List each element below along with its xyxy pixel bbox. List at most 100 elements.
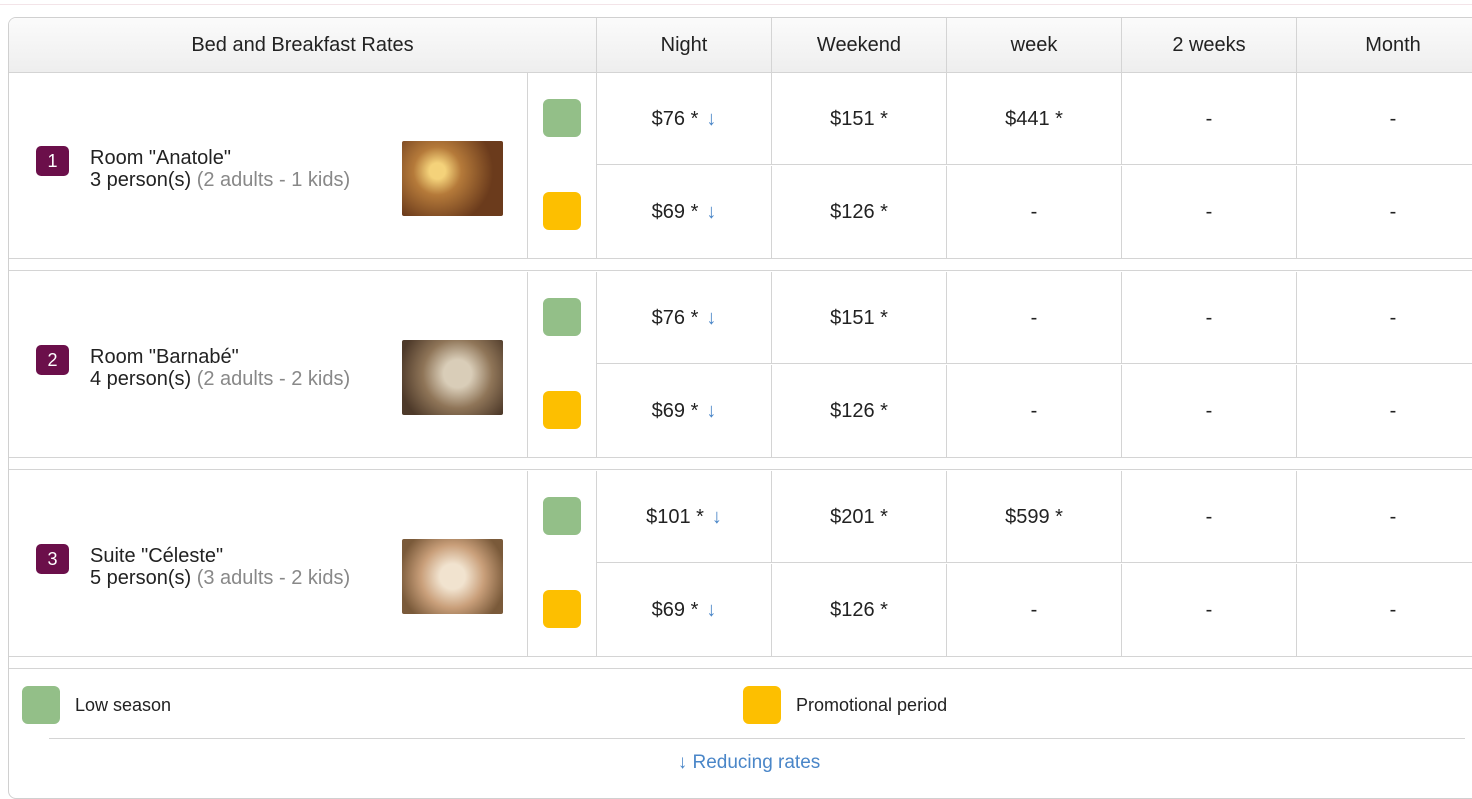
- room-cell: 3 Suite "Céleste" 5 person(s) (3 adults - …: [9, 471, 528, 656]
- down-arrow-icon: ↓: [706, 399, 717, 422]
- header-2-weeks: 2 weeks: [1122, 18, 1297, 72]
- table-row: $101 * ↓ $201 * $599 * - -: [597, 471, 1472, 563]
- legend-low-season-swatch: [22, 686, 60, 724]
- rate-value: $126 *: [830, 200, 888, 223]
- rate-cell: $126 *: [772, 166, 947, 258]
- rate-value: -: [1030, 200, 1038, 223]
- room-photo[interactable]: [402, 340, 503, 415]
- legend-reducing-rates: ↓ Reducing rates: [9, 752, 1472, 774]
- rate-value: -: [1030, 598, 1038, 621]
- rate-value: $69 *: [651, 399, 699, 422]
- season-column: [528, 471, 597, 656]
- rate-cell: -: [947, 564, 1122, 656]
- header-weekend: Weekend: [772, 18, 947, 72]
- rate-cell: -: [1122, 166, 1297, 258]
- room-composition: (2 adults - 2 kids): [196, 368, 351, 390]
- rate-cell: $441 *: [947, 73, 1122, 165]
- top-divider: [0, 4, 1472, 5]
- low-season-swatch: [543, 497, 581, 535]
- room-composition: (3 adults - 2 kids): [196, 567, 351, 589]
- room-capacity: 5 person(s): [90, 567, 192, 589]
- rate-cell: $101 * ↓: [597, 471, 772, 563]
- rate-value: $441 *: [1005, 107, 1063, 130]
- room-description: Suite "Céleste" 5 person(s) (3 adults - 2…: [90, 545, 370, 589]
- rate-value: $101 *: [646, 505, 704, 528]
- header-title: Bed and Breakfast Rates: [9, 18, 597, 72]
- rate-value: $76 *: [651, 306, 699, 329]
- rate-value: $126 *: [830, 598, 888, 621]
- room-capacity: 4 person(s): [90, 368, 192, 390]
- legend-low-season-label: Low season: [75, 695, 172, 715]
- rate-value: -: [1205, 200, 1213, 223]
- room-cell: 1 Room "Anatole" 3 person(s) (2 adults - 1…: [9, 73, 528, 258]
- rate-cell: $69 * ↓: [597, 365, 772, 457]
- rate-value: -: [1205, 399, 1213, 422]
- season-column: [528, 73, 597, 258]
- room-cell: 2 Room "Barnabé" 4 person(s) (2 adults - 2…: [9, 272, 528, 457]
- room-composition: (2 adults - 1 kids): [196, 169, 351, 191]
- low-season-swatch: [543, 298, 581, 336]
- table-row: $69 * ↓ $126 * - - -: [597, 166, 1472, 258]
- row-gap: [9, 458, 1472, 470]
- header-month: Month: [1365, 33, 1421, 56]
- rate-cell: $126 *: [772, 564, 947, 656]
- promo-swatch: [543, 192, 581, 230]
- rate-value: -: [1389, 200, 1397, 223]
- season-column: [528, 272, 597, 457]
- room-description: Room "Barnabé" 4 person(s) (2 adults - 2 …: [90, 346, 370, 390]
- rate-value: -: [1389, 598, 1397, 621]
- table-row: $76 * ↓ $151 * - - -: [597, 272, 1472, 364]
- room-name[interactable]: Room "Barnabé": [90, 346, 239, 368]
- rate-cell: -: [1297, 471, 1472, 563]
- rate-value: -: [1389, 505, 1397, 528]
- table-row: $69 * ↓ $126 * - - -: [597, 365, 1472, 457]
- rate-cell: $76 * ↓: [597, 272, 772, 364]
- header-night: Night: [597, 18, 772, 72]
- rate-cell: -: [947, 272, 1122, 364]
- rate-value: -: [1389, 107, 1397, 130]
- reducing-rates-label: Reducing rates: [692, 752, 821, 773]
- row-gap: [9, 657, 1472, 669]
- promo-swatch: [543, 590, 581, 628]
- room-name[interactable]: Room "Anatole": [90, 147, 231, 169]
- rate-value: -: [1030, 399, 1038, 422]
- rate-cell: -: [1122, 471, 1297, 563]
- rate-value: $599 *: [1005, 505, 1063, 528]
- down-arrow-icon: ↓: [706, 598, 717, 621]
- rate-cell: $151 *: [772, 73, 947, 165]
- rate-value: $151 *: [830, 306, 888, 329]
- room-block: 3 Suite "Céleste" 5 person(s) (3 adults - …: [9, 471, 1472, 657]
- rate-cell: -: [1122, 272, 1297, 364]
- rate-cell: $69 * ↓: [597, 166, 772, 258]
- rate-value: -: [1205, 306, 1213, 329]
- room-photo[interactable]: [402, 539, 503, 614]
- room-number-badge: 2: [36, 345, 69, 375]
- room-photo[interactable]: [402, 141, 503, 216]
- down-arrow-icon: ↓: [706, 306, 717, 329]
- room-capacity: 3 person(s): [90, 169, 192, 191]
- rate-cell: $69 * ↓: [597, 564, 772, 656]
- down-arrow-icon: ↓: [706, 200, 717, 223]
- rate-cell: -: [1122, 365, 1297, 457]
- room-block: 1 Room "Anatole" 3 person(s) (2 adults - 1…: [9, 73, 1472, 259]
- table-row: $69 * ↓ $126 * - - -: [597, 564, 1472, 656]
- rate-cell: $151 *: [772, 272, 947, 364]
- table-header: Bed and Breakfast Rates Night Weekend we…: [9, 18, 1472, 73]
- rate-value: $76 *: [651, 107, 699, 130]
- room-block: 2 Room "Barnabé" 4 person(s) (2 adults - 2…: [9, 272, 1472, 458]
- rate-value: $126 *: [830, 399, 888, 422]
- rate-cell: -: [1297, 365, 1472, 457]
- rate-value: $69 *: [651, 200, 699, 223]
- row-gap: [9, 259, 1472, 271]
- rate-value: -: [1205, 598, 1213, 621]
- low-season-swatch: [543, 99, 581, 137]
- rate-cell: -: [947, 365, 1122, 457]
- room-description: Room "Anatole" 3 person(s) (2 adults - 1 …: [90, 147, 370, 191]
- room-name[interactable]: Suite "Céleste": [90, 545, 223, 567]
- header-week: week: [947, 18, 1122, 72]
- rate-cell: -: [1122, 564, 1297, 656]
- promo-swatch: [543, 391, 581, 429]
- rate-cell: -: [1297, 272, 1472, 364]
- rate-value: $69 *: [651, 598, 699, 621]
- down-arrow-icon: ↓: [711, 505, 722, 528]
